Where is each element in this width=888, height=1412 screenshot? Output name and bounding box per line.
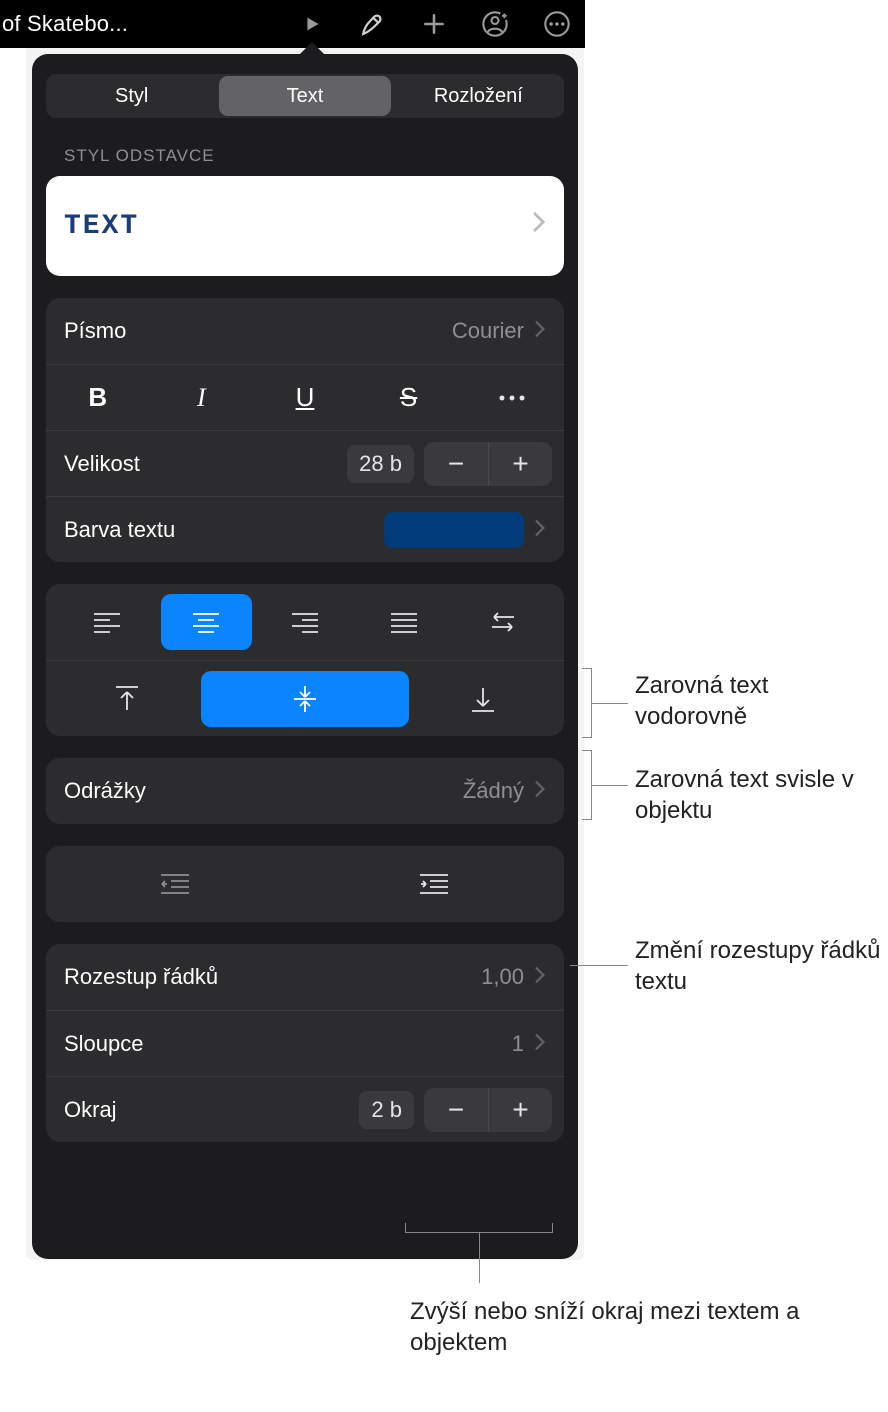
strikethrough-button[interactable]: S: [357, 365, 461, 430]
margin-decrease-button[interactable]: −: [424, 1088, 488, 1132]
format-panel: Styl Text Rozložení STYL ODSTAVCE TEXT P…: [32, 54, 578, 1259]
callout-line: [479, 1233, 480, 1283]
chevron-right-icon: [534, 778, 546, 804]
document-title: of Skatebo...: [0, 11, 128, 37]
app-toolbar: of Skatebo...: [0, 0, 585, 48]
columns-value: 1: [512, 1031, 524, 1057]
margin-row: Okraj 2 b − +: [46, 1076, 564, 1142]
paragraph-style-selector[interactable]: TEXT: [46, 176, 564, 276]
paragraph-style-value: TEXT: [64, 211, 139, 242]
align-right-button[interactable]: [260, 594, 351, 650]
callout-line: [592, 785, 628, 786]
more-icon[interactable]: [543, 10, 571, 38]
callout-line-gap: Změní rozestupy řádků textu: [635, 935, 885, 997]
horizontal-align-row: [46, 584, 564, 660]
callout-bracket: [582, 668, 592, 738]
columns-label: Sloupce: [64, 1031, 144, 1057]
chevron-right-icon: [532, 211, 546, 242]
chevron-right-icon: [534, 318, 546, 344]
margin-stepper: − +: [424, 1088, 552, 1132]
align-bottom-button[interactable]: [417, 671, 548, 727]
text-format-row: B I U S: [46, 364, 564, 430]
font-group: Písmo Courier B I U S Velikost 28 b − + …: [46, 298, 564, 562]
columns-row[interactable]: Sloupce 1: [46, 1010, 564, 1076]
align-middle-button[interactable]: [201, 671, 410, 727]
paragraph-style-label: STYL ODSTAVCE: [64, 146, 564, 166]
chevron-right-icon: [534, 964, 546, 990]
indent-group: [46, 846, 564, 922]
format-brush-icon[interactable]: [357, 9, 387, 39]
margin-label: Okraj: [64, 1097, 117, 1123]
decrease-indent-button[interactable]: [46, 846, 305, 922]
line-spacing-value: 1,00: [481, 964, 524, 990]
margin-increase-button[interactable]: +: [488, 1088, 552, 1132]
play-icon[interactable]: [301, 13, 323, 35]
text-direction-button[interactable]: [457, 594, 548, 650]
chevron-right-icon: [534, 517, 546, 543]
align-justify-button[interactable]: [358, 594, 449, 650]
collaborate-icon[interactable]: [481, 10, 509, 38]
font-value: Courier: [452, 318, 524, 344]
toolbar-icons: [301, 9, 585, 39]
callout-v-align: Zarovná text svisle v objektu: [635, 764, 875, 826]
tab-layout[interactable]: Rozložení: [393, 74, 564, 118]
bullets-row[interactable]: Odrážky Žádný: [46, 758, 564, 824]
bullets-label: Odrážky: [64, 778, 146, 804]
more-format-button[interactable]: [460, 365, 564, 430]
callout-margin: Zvýší nebo sníží okraj mezi textem a obj…: [410, 1296, 870, 1358]
vertical-align-row: [46, 660, 564, 736]
size-stepper: − +: [424, 442, 552, 486]
bullets-value: Žádný: [463, 778, 524, 804]
chevron-right-icon: [534, 1031, 546, 1057]
tab-style[interactable]: Styl: [46, 74, 217, 118]
size-label: Velikost: [64, 451, 140, 477]
text-color-label: Barva textu: [64, 517, 175, 543]
panel-tabs: Styl Text Rozložení: [46, 74, 564, 118]
align-top-button[interactable]: [62, 671, 193, 727]
callout-line: [570, 965, 628, 966]
text-color-row[interactable]: Barva textu: [46, 496, 564, 562]
align-left-button[interactable]: [62, 594, 153, 650]
font-label: Písmo: [64, 318, 126, 344]
bullets-group: Odrážky Žádný: [46, 758, 564, 824]
callout-bracket: [582, 750, 592, 820]
alignment-group: [46, 584, 564, 736]
callout-h-align: Zarovná text vodorovně: [635, 670, 875, 732]
italic-button[interactable]: I: [150, 365, 254, 430]
increase-indent-button[interactable]: [305, 846, 564, 922]
tab-text[interactable]: Text: [219, 76, 390, 116]
font-row[interactable]: Písmo Courier: [46, 298, 564, 364]
spacing-group: Rozestup řádků 1,00 Sloupce 1 Okraj 2 b …: [46, 944, 564, 1142]
text-color-swatch[interactable]: [384, 512, 524, 548]
align-center-button[interactable]: [161, 594, 252, 650]
size-increase-button[interactable]: +: [488, 442, 552, 486]
bold-button[interactable]: B: [46, 365, 150, 430]
size-row: Velikost 28 b − +: [46, 430, 564, 496]
size-decrease-button[interactable]: −: [424, 442, 488, 486]
margin-value[interactable]: 2 b: [359, 1091, 414, 1129]
size-value[interactable]: 28 b: [347, 445, 414, 483]
callout-bracket: [405, 1223, 553, 1233]
line-spacing-row[interactable]: Rozestup řádků 1,00: [46, 944, 564, 1010]
plus-icon[interactable]: [421, 11, 447, 37]
underline-button[interactable]: U: [253, 365, 357, 430]
line-spacing-label: Rozestup řádků: [64, 964, 218, 990]
callout-line: [592, 703, 628, 704]
panel-backdrop: Styl Text Rozložení STYL ODSTAVCE TEXT P…: [26, 48, 584, 1260]
